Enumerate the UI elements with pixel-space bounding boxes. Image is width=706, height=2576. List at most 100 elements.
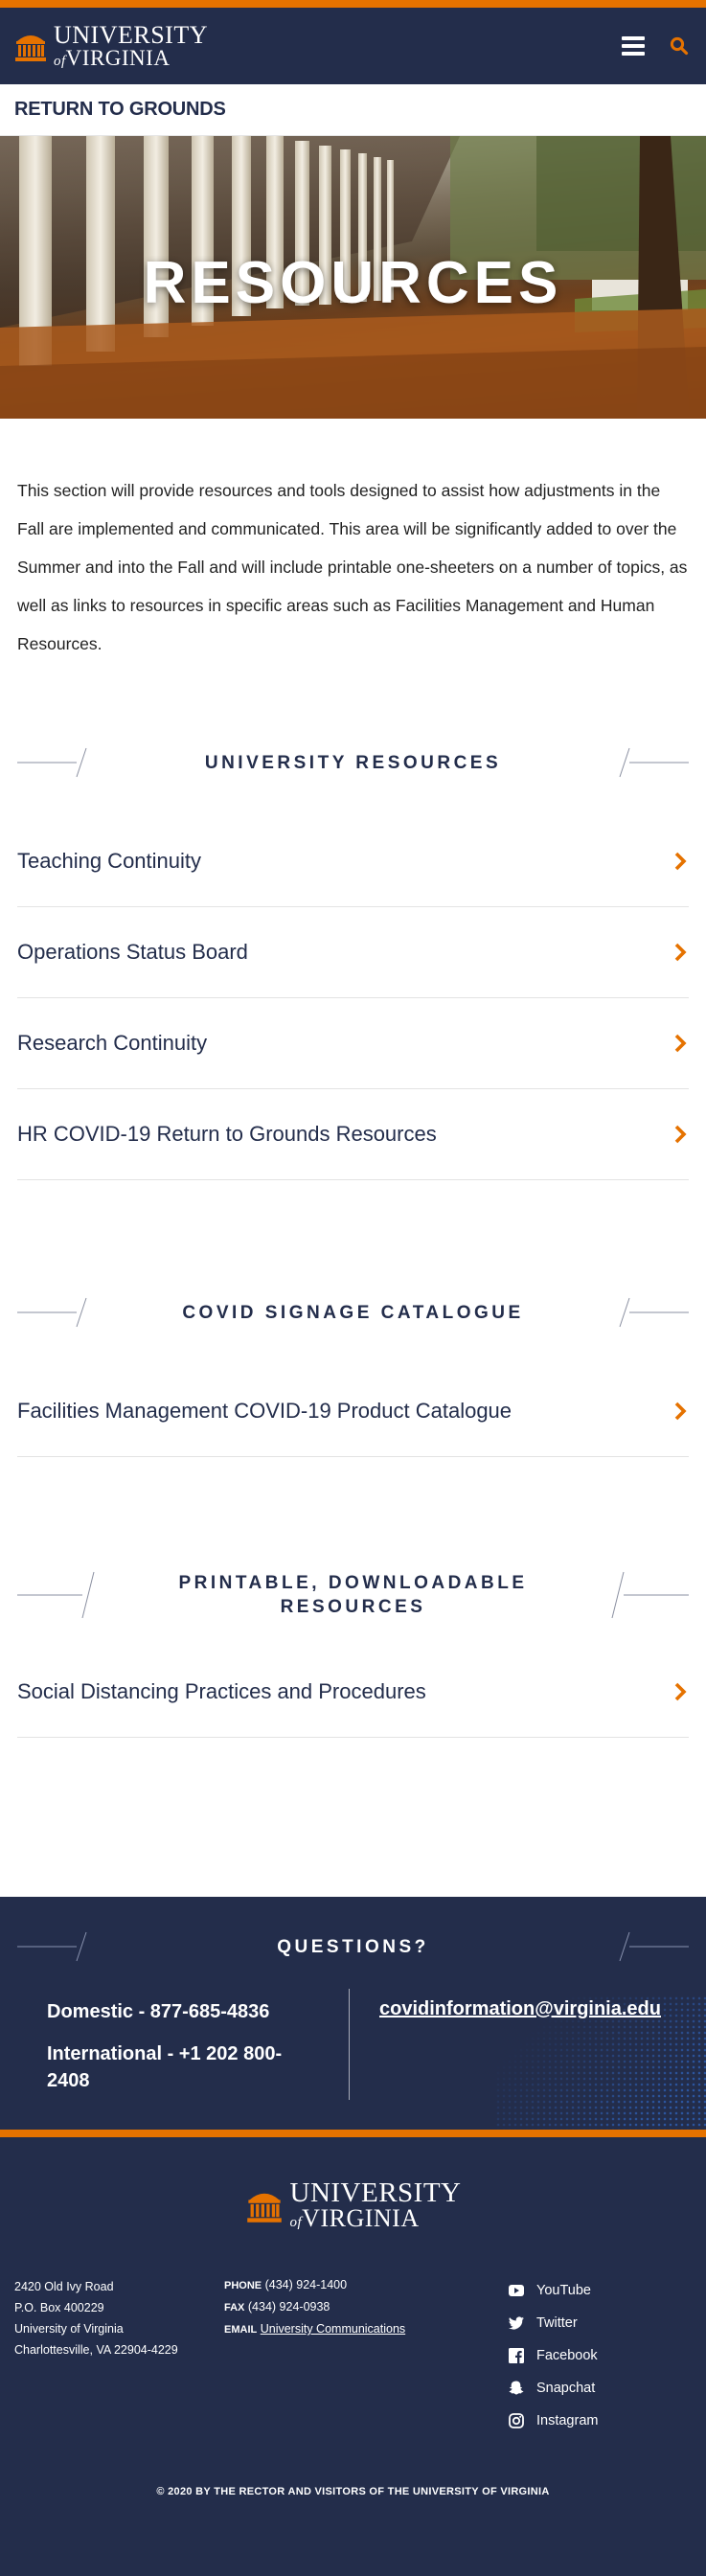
logo-of: of bbox=[289, 2215, 303, 2230]
slash-decoration-icon bbox=[611, 1571, 689, 1619]
resource-link-list: Social Distancing Practices and Procedur… bbox=[17, 1647, 689, 1738]
slash-decoration-icon bbox=[619, 1297, 689, 1328]
section-heading: UNIVERSITY RESOURCES bbox=[0, 743, 706, 782]
copyright-text: © 2020 BY THE RECTOR AND VISITORS OF THE… bbox=[156, 2486, 550, 2497]
section-heading: COVID SIGNAGE CATALOGUE bbox=[0, 1293, 706, 1332]
footer-email: EMAIL University Communications bbox=[224, 2318, 405, 2340]
chevron-right-icon bbox=[674, 1034, 687, 1053]
slash-decoration-icon bbox=[17, 1297, 87, 1328]
phone-number[interactable]: (434) 924-1400 bbox=[265, 2278, 347, 2291]
intro-section: This section will provide resources and … bbox=[0, 419, 706, 663]
address-line: University of Virginia bbox=[14, 2322, 124, 2336]
fax-number: (434) 924-0938 bbox=[247, 2300, 330, 2314]
rotunda-icon bbox=[15, 35, 46, 61]
subnav: RETURN TO GROUNDS bbox=[0, 84, 706, 136]
youtube-icon bbox=[509, 2285, 524, 2296]
vertical-divider bbox=[349, 1989, 350, 2100]
social-youtube[interactable]: YouTube bbox=[508, 2274, 598, 2307]
address-line: Charlottesville, VA 22904-4229 bbox=[14, 2343, 178, 2357]
social-facebook[interactable]: Facebook bbox=[508, 2339, 598, 2372]
social-label: Instagram bbox=[536, 2413, 599, 2428]
chevron-right-icon bbox=[674, 1682, 687, 1701]
university-resources-section: UNIVERSITY RESOURCES Teaching Continuity… bbox=[0, 743, 706, 1180]
fax-label: FAX bbox=[224, 2302, 245, 2314]
slash-decoration-icon bbox=[17, 1931, 87, 1962]
slash-decoration-icon bbox=[619, 1931, 689, 1962]
resource-link-label: Research Continuity bbox=[17, 1031, 208, 1055]
social-label: YouTube bbox=[536, 2283, 591, 2298]
footer-contact: PHONE (434) 924-1400 FAX (434) 924-0938 … bbox=[224, 2274, 405, 2340]
social-snapchat[interactable]: Snapchat bbox=[508, 2372, 598, 2405]
printable-resources-section: PRINTABLE, DOWNLOADABLE RESOURCES Social… bbox=[0, 1570, 706, 1738]
hero-banner: RESOURCES bbox=[0, 136, 706, 419]
slash-decoration-icon bbox=[619, 747, 689, 778]
logo-line2: ofVIRGINIA bbox=[290, 2206, 462, 2231]
logo-wordmark: UNIVERSITY ofVIRGINIA bbox=[54, 21, 208, 70]
logo-wordmark: UNIVERSITY ofVIRGINIA bbox=[290, 2179, 462, 2231]
resource-link-research-continuity[interactable]: Research Continuity bbox=[17, 998, 689, 1089]
phone-label: PHONE bbox=[224, 2280, 262, 2291]
section-title: UNIVERSITY RESOURCES bbox=[204, 752, 502, 773]
footer-uva-logo[interactable]: UNIVERSITY ofVIRGINIA bbox=[0, 2179, 706, 2231]
intro-text: This section will provide resources and … bbox=[17, 481, 688, 653]
address-line: 2420 Old Ivy Road bbox=[14, 2280, 114, 2293]
section-heading: QUESTIONS? bbox=[0, 1927, 706, 1966]
university-communications-link[interactable]: University Communications bbox=[261, 2322, 405, 2336]
resource-link-teaching-continuity[interactable]: Teaching Continuity bbox=[17, 816, 689, 907]
footer-address: 2420 Old Ivy Road P.O. Box 400229 Univer… bbox=[14, 2276, 178, 2360]
hero-title: RESOURCES bbox=[143, 250, 563, 316]
rotunda-icon bbox=[246, 2193, 282, 2223]
site-footer: UNIVERSITY ofVIRGINIA 2420 Old Ivy Road … bbox=[0, 2137, 706, 2576]
domestic-phone[interactable]: Domestic - 877-685-4836 bbox=[47, 1998, 315, 2025]
email-label: EMAIL bbox=[224, 2324, 258, 2336]
resource-link-facilities-catalogue[interactable]: Facilities Management COVID-19 Product C… bbox=[17, 1366, 689, 1457]
chevron-right-icon bbox=[674, 1402, 687, 1421]
logo-line1: UNIVERSITY bbox=[289, 2177, 462, 2208]
return-to-grounds-link[interactable]: RETURN TO GROUNDS bbox=[14, 99, 226, 121]
logo-virginia: VIRGINIA bbox=[302, 2204, 420, 2232]
resource-link-list: Facilities Management COVID-19 Product C… bbox=[17, 1366, 689, 1457]
social-label: Facebook bbox=[536, 2348, 598, 2363]
covid-email-link[interactable]: covidinformation@virginia.edu bbox=[379, 1998, 661, 2020]
questions-section: QUESTIONS? Domestic - 877-685-4836 Inter… bbox=[0, 1897, 706, 2130]
logo-line2: ofVIRGINIA bbox=[54, 47, 208, 69]
questions-title: QUESTIONS? bbox=[277, 1936, 429, 1957]
section-heading: PRINTABLE, DOWNLOADABLE RESOURCES bbox=[0, 1570, 706, 1620]
section-title: PRINTABLE, DOWNLOADABLE RESOURCES bbox=[178, 1573, 528, 1617]
chevron-right-icon bbox=[674, 852, 687, 871]
instagram-icon bbox=[509, 2413, 524, 2428]
resource-link-operations-status-board[interactable]: Operations Status Board bbox=[17, 907, 689, 998]
phone-contacts: Domestic - 877-685-4836 International - … bbox=[47, 1998, 315, 2094]
site-header: UNIVERSITY ofVIRGINIA bbox=[0, 8, 706, 84]
search-icon[interactable] bbox=[670, 36, 689, 56]
resource-link-label: HR COVID-19 Return to Grounds Resources bbox=[17, 1122, 437, 1146]
twitter-icon bbox=[509, 2316, 524, 2330]
logo-line1: UNIVERSITY bbox=[54, 21, 208, 49]
resource-link-label: Teaching Continuity bbox=[17, 849, 202, 873]
covid-signage-section: COVID SIGNAGE CATALOGUE Facilities Manag… bbox=[0, 1293, 706, 1457]
chevron-right-icon bbox=[674, 1125, 687, 1144]
international-phone[interactable]: International - +1 202 800-2408 bbox=[47, 2040, 315, 2094]
social-twitter[interactable]: Twitter bbox=[508, 2307, 598, 2339]
hamburger-icon[interactable] bbox=[622, 36, 645, 56]
resource-link-social-distancing[interactable]: Social Distancing Practices and Procedur… bbox=[17, 1647, 689, 1738]
chevron-right-icon bbox=[674, 943, 687, 962]
slash-decoration-icon bbox=[17, 1571, 95, 1619]
footer-accent-stripe bbox=[0, 2130, 706, 2137]
resource-link-label: Operations Status Board bbox=[17, 940, 248, 964]
resource-link-hr-covid-19[interactable]: HR COVID-19 Return to Grounds Resources bbox=[17, 1089, 689, 1180]
logo-virginia: VIRGINIA bbox=[65, 46, 171, 70]
social-label: Twitter bbox=[536, 2315, 578, 2331]
social-label: Snapchat bbox=[536, 2381, 596, 2396]
top-accent-stripe bbox=[0, 0, 706, 8]
uva-logo[interactable]: UNIVERSITY ofVIRGINIA bbox=[13, 23, 208, 69]
section-title: COVID SIGNAGE CATALOGUE bbox=[182, 1302, 524, 1323]
header-actions bbox=[622, 36, 689, 56]
resource-link-label: Facilities Management COVID-19 Product C… bbox=[17, 1399, 512, 1423]
social-instagram[interactable]: Instagram bbox=[508, 2405, 598, 2437]
logo-of: of bbox=[54, 54, 66, 69]
snapchat-icon bbox=[509, 2381, 524, 2395]
footer-phone: PHONE (434) 924-1400 bbox=[224, 2274, 405, 2296]
resource-link-list: Teaching Continuity Operations Status Bo… bbox=[17, 816, 689, 1180]
facebook-icon bbox=[509, 2348, 524, 2363]
